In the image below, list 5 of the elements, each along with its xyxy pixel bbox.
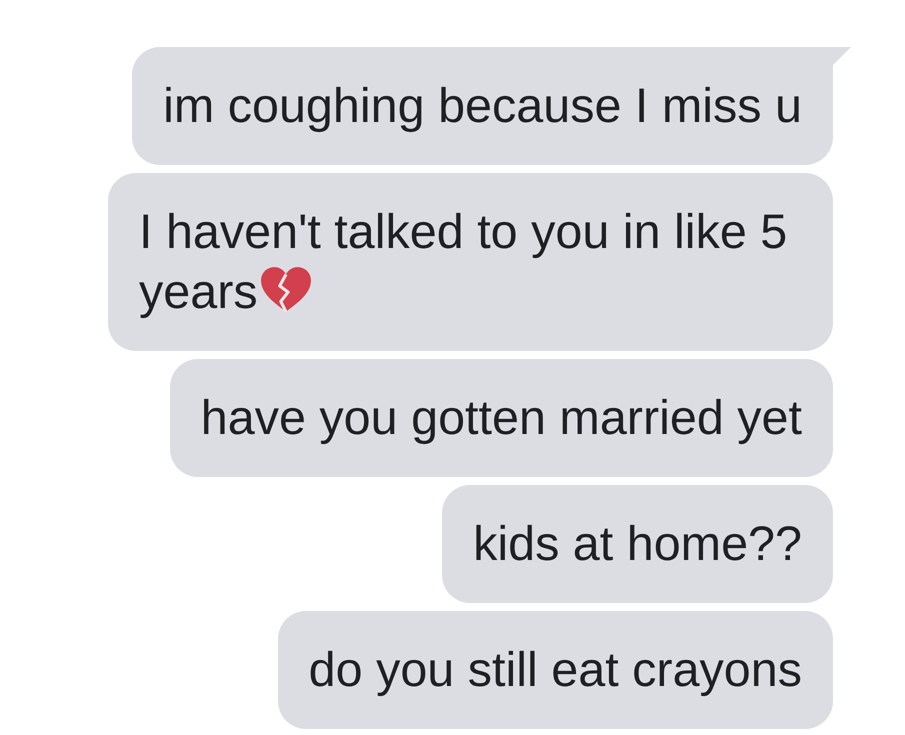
message-text: im coughing because I miss u xyxy=(163,79,802,133)
message-text: do you still eat crayons xyxy=(308,643,802,697)
message-text: have you gotten married yet xyxy=(200,391,802,445)
message-text: kids at home?? xyxy=(473,517,802,571)
message-text: I haven't talked to you in like 5 years xyxy=(139,205,788,319)
